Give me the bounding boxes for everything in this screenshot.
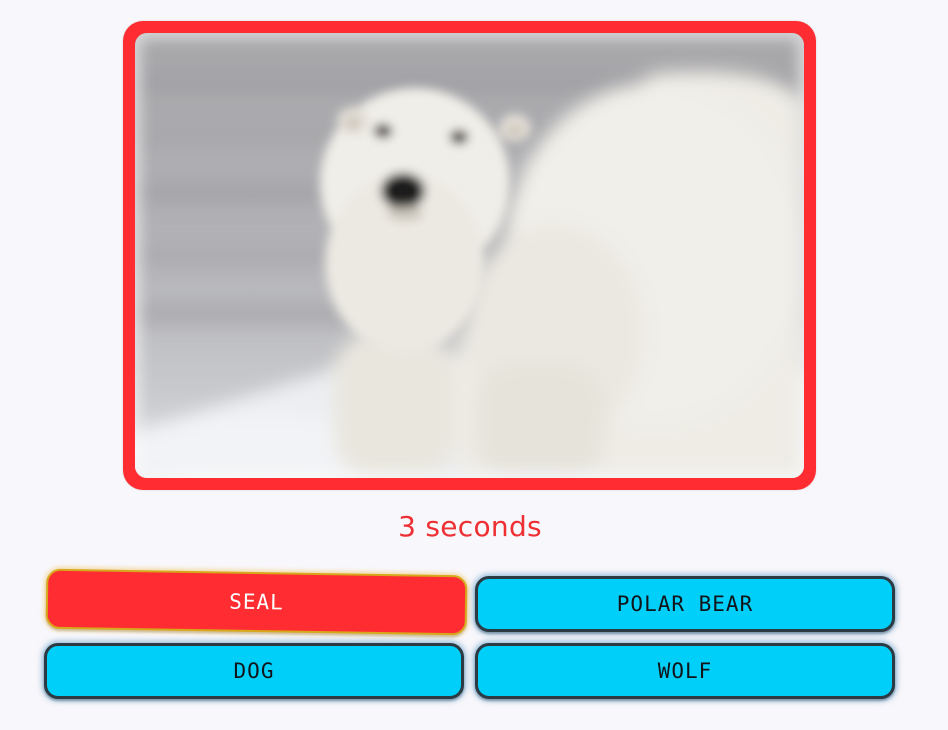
answer-label: DOG: [233, 659, 275, 683]
answer-button-dog[interactable]: DOG: [44, 643, 464, 699]
answer-button-polar-bear[interactable]: POLAR BEAR: [475, 576, 895, 632]
polar-bear-illustration: [135, 33, 804, 478]
answer-button-wolf[interactable]: WOLF: [475, 643, 895, 699]
quiz-image-frame: [123, 21, 816, 490]
answer-button-seal[interactable]: SEAL: [45, 568, 468, 636]
quiz-image: [135, 33, 804, 478]
answer-label: SEAL: [229, 589, 284, 615]
answer-label: WOLF: [657, 659, 713, 683]
countdown-timer: 3 seconds: [398, 510, 542, 543]
answer-label: POLAR BEAR: [616, 592, 754, 616]
